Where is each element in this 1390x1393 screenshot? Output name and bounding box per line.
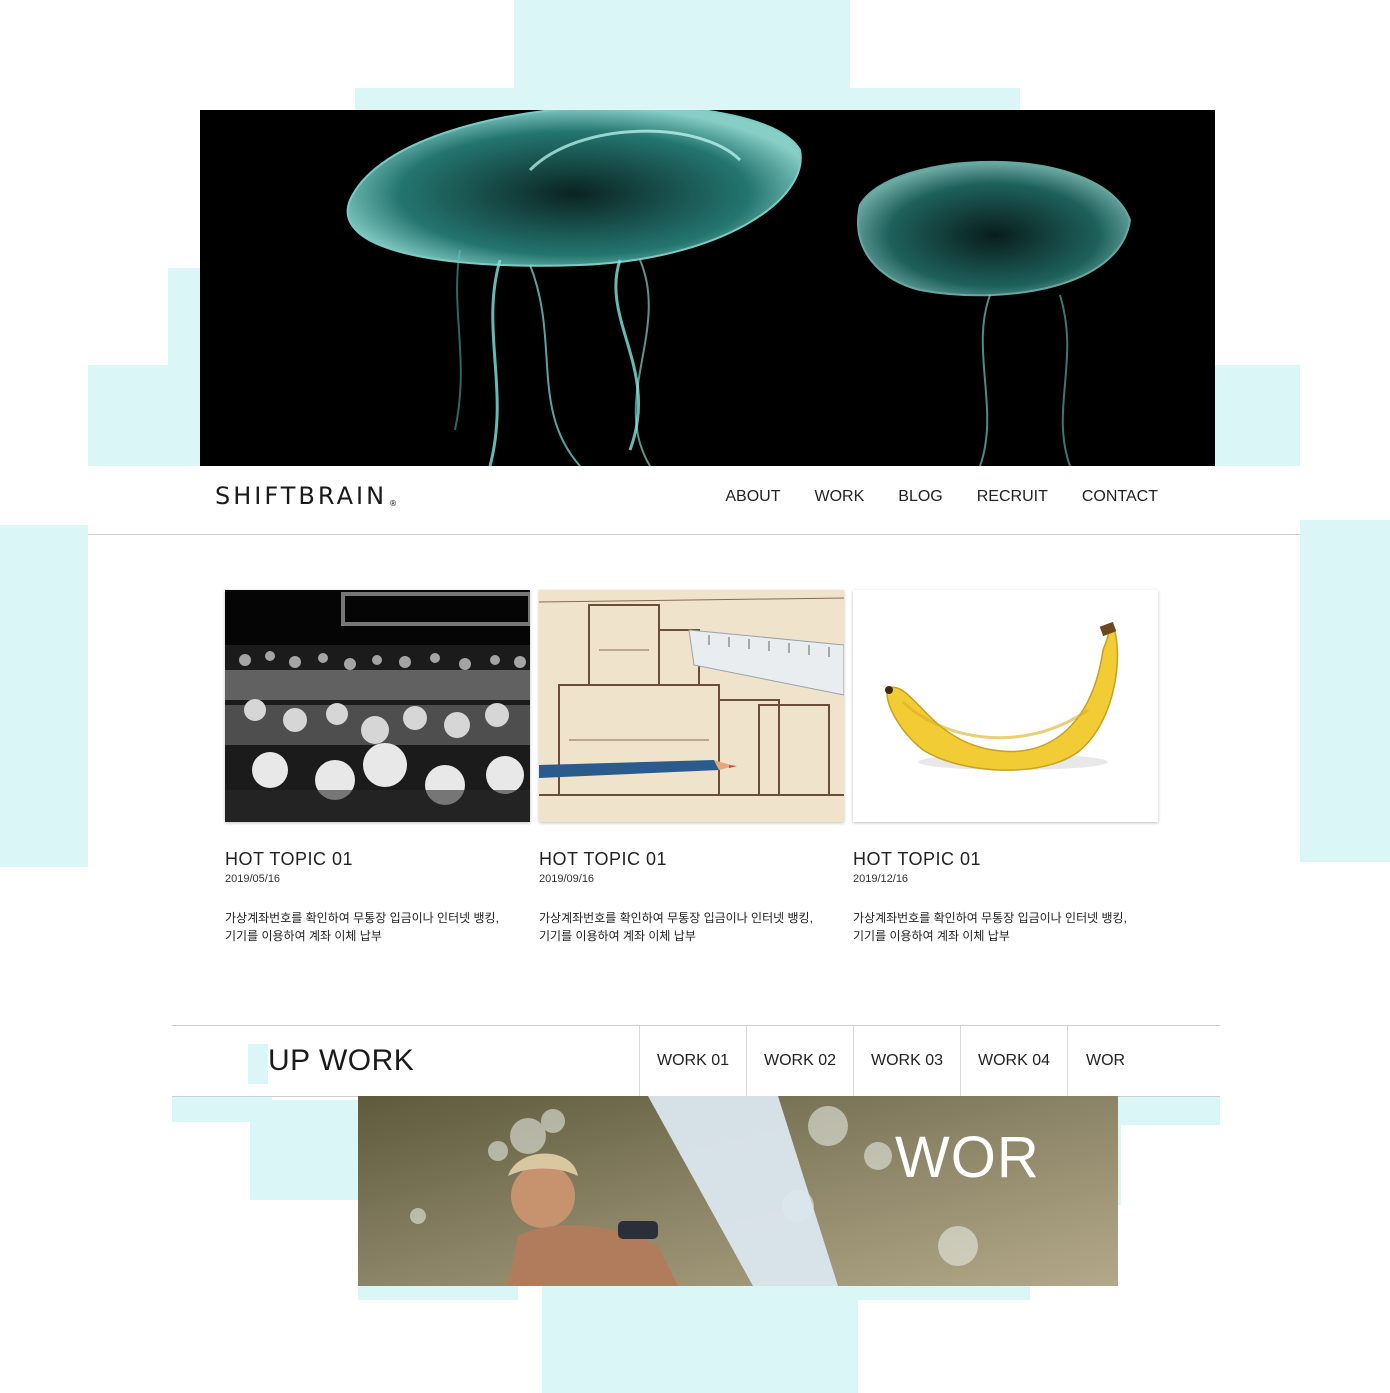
hot-topics-section: HOT TOPIC 01 2019/05/16 가상계좌번호를 확인하여 무통장… xyxy=(88,535,1300,1025)
tab-work-01[interactable]: WORK 01 xyxy=(639,1026,746,1096)
topic-card[interactable]: HOT TOPIC 01 2019/09/16 가상계좌번호를 확인하여 무통장… xyxy=(539,590,844,945)
topic-title[interactable]: HOT TOPIC 01 xyxy=(539,849,844,870)
tab-work-05[interactable]: WOR xyxy=(1067,1026,1174,1096)
work-tabs: WORK 01 WORK 02 WORK 03 WORK 04 WOR xyxy=(639,1026,1174,1096)
pickup-title: UP WORK xyxy=(248,1044,415,1084)
work-banner-text: WOR xyxy=(895,1125,1040,1190)
site-header: SHIFTBRAIN ® ABOUT WORK BLOG RECRUIT CONT… xyxy=(88,466,1300,535)
topic-image-blueprint[interactable] xyxy=(539,590,844,822)
topic-description-line: 기기를 이용하여 계좌 이체 납부 xyxy=(539,929,696,943)
main-nav: ABOUT WORK BLOG RECRUIT CONTACT xyxy=(725,488,1158,506)
topic-description: 가상계좌번호를 확인하여 무통장 입금이나 인터넷 뱅킹, 기기를 이용하여 계… xyxy=(539,909,844,945)
site-logo[interactable]: SHIFTBRAIN ® xyxy=(215,482,397,510)
work-banner-image[interactable]: WOR xyxy=(358,1096,1118,1286)
topic-description: 가상계좌번호를 확인하여 무통장 입금이나 인터넷 뱅킹, 기기를 이용하여 계… xyxy=(225,909,530,945)
topic-description-line: 가상계좌번호를 확인하여 무통장 입금이나 인터넷 뱅킹, xyxy=(853,911,1127,925)
nav-item-work[interactable]: WORK xyxy=(815,488,865,506)
topic-description-line: 기기를 이용하여 계좌 이체 납부 xyxy=(225,929,382,943)
tab-work-02[interactable]: WORK 02 xyxy=(746,1026,853,1096)
nav-item-about[interactable]: ABOUT xyxy=(725,488,780,506)
tab-work-04[interactable]: WORK 04 xyxy=(960,1026,1067,1096)
topic-description-line: 기기를 이용하여 계좌 이체 납부 xyxy=(853,929,1010,943)
topic-date: 2019/12/16 xyxy=(853,873,909,885)
pickup-title-text: UP WORK xyxy=(268,1044,415,1077)
concert-crowd-image xyxy=(225,590,530,822)
frame-decoration-mask xyxy=(248,1044,268,1084)
jellyfish-illustration xyxy=(346,110,1132,466)
nav-item-blog[interactable]: BLOG xyxy=(898,488,942,506)
tab-work-03[interactable]: WORK 03 xyxy=(853,1026,960,1096)
topic-image-concert-crowd[interactable] xyxy=(225,590,530,822)
logo-text: SHIFTBRAIN xyxy=(215,482,388,510)
blueprint-image xyxy=(539,590,844,822)
registered-mark: ® xyxy=(389,499,398,508)
topic-date: 2019/05/16 xyxy=(225,873,281,885)
topic-description-line: 가상계좌번호를 확인하여 무통장 입금이나 인터넷 뱅킹, xyxy=(225,911,499,925)
topic-date: 2019/09/16 xyxy=(539,873,595,885)
hero-image-jellyfish xyxy=(200,110,1215,466)
pickup-work-bar: UP WORK WORK 01 WORK 02 WORK 03 WORK 04 … xyxy=(172,1025,1220,1097)
topic-image-banana[interactable] xyxy=(853,590,1158,822)
topic-description-line: 가상계좌번호를 확인하여 무통장 입금이나 인터넷 뱅킹, xyxy=(539,911,813,925)
topic-card[interactable]: HOT TOPIC 01 2019/05/16 가상계좌번호를 확인하여 무통장… xyxy=(225,590,530,945)
topic-card[interactable]: HOT TOPIC 01 2019/12/16 가상계좌번호를 확인하여 무통장… xyxy=(853,590,1158,945)
topic-description: 가상계좌번호를 확인하여 무통장 입금이나 인터넷 뱅킹, 기기를 이용하여 계… xyxy=(853,909,1158,945)
banana-image xyxy=(853,590,1158,822)
topic-title[interactable]: HOT TOPIC 01 xyxy=(853,849,1158,870)
nav-item-contact[interactable]: CONTACT xyxy=(1082,488,1158,506)
nav-item-recruit[interactable]: RECRUIT xyxy=(977,488,1048,506)
topic-title[interactable]: HOT TOPIC 01 xyxy=(225,849,530,870)
